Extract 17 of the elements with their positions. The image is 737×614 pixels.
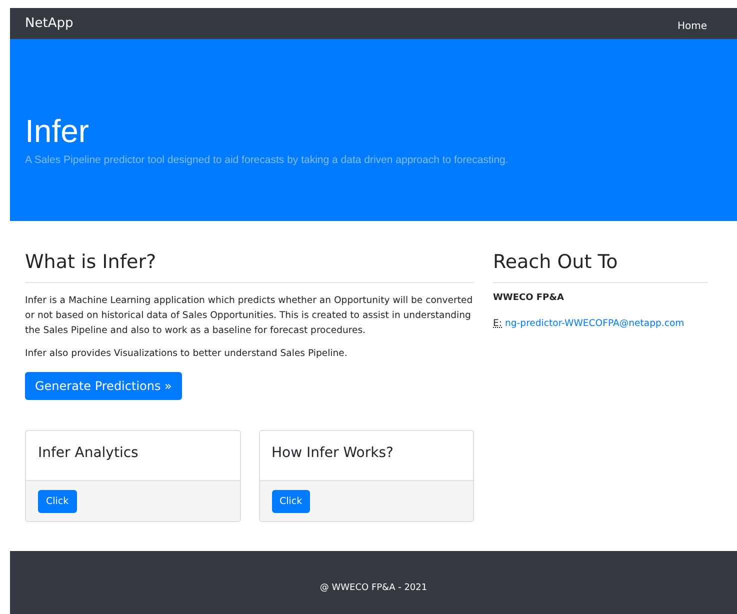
hero-title: Infer — [25, 112, 90, 150]
email-link[interactable]: ng-predictor-WWECOFPA@netapp.com — [505, 318, 684, 329]
section-heading: Reach Out To — [493, 251, 708, 283]
team-name: WWECO FP&A — [493, 293, 565, 303]
email-label: E: — [493, 318, 502, 329]
card-title: Infer Analytics — [38, 445, 140, 461]
section-heading: What is Infer? — [25, 251, 474, 283]
nav-link[interactable]: Home — [677, 21, 707, 32]
hero-subtitle: A Sales Pipeline predictor tool designed to aid forecasts by taking a data driven approach to forecasting. — [25, 154, 510, 166]
footer-text: @ WWECO FP&A - 2021 — [320, 582, 428, 592]
card-title: How Infer Works? — [272, 445, 394, 461]
click-button[interactable]: Click — [38, 490, 77, 513]
brand-link[interactable]: NetApp — [25, 16, 74, 31]
paragraph: Infer also provides Visualizations to better understand Sales Pipeline. — [25, 347, 348, 361]
generate-predictions-button[interactable]: Generate Predictions » — [25, 372, 182, 400]
paragraph: Infer is a Machine Learning application which predicts whether an Opportunity will be converted or not based on historical data of Sales Opportunities. This is created to assist in understanding the Sales Pipeline and also to work as a baseline for forecast procedures. — [25, 294, 474, 338]
click-button[interactable]: Click — [272, 490, 310, 513]
